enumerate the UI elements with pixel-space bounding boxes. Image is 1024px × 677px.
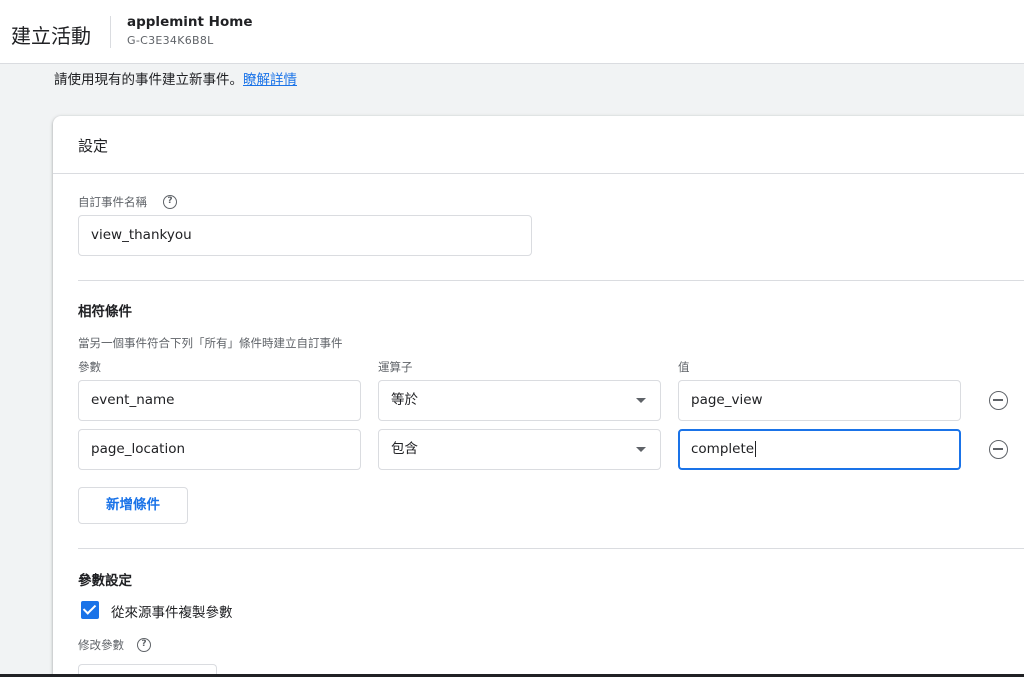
remove-condition-icon[interactable] xyxy=(989,391,1008,410)
property-id: G-C3E34K6B8L xyxy=(127,34,214,47)
help-icon[interactable]: ? xyxy=(163,195,177,209)
top-app-bar: 建立活動 applemint Home G-C3E34K6B8L xyxy=(0,0,1024,64)
condition-param-input[interactable]: event_name xyxy=(78,380,361,421)
condition-param-input[interactable]: page_location xyxy=(78,429,361,470)
add-condition-button[interactable]: 新增條件 xyxy=(78,487,188,524)
matching-conditions-description: 當另一個事件符合下列「所有」條件時建立自訂事件 xyxy=(78,336,343,350)
matching-conditions-title: 相符條件 xyxy=(78,304,132,320)
condition-value-input-focused[interactable]: complete xyxy=(678,429,961,470)
property-name: applemint Home xyxy=(127,14,253,30)
param-settings-title: 參數設定 xyxy=(78,573,132,589)
card-title: 設定 xyxy=(78,137,109,155)
page-title: 建立活動 xyxy=(11,24,91,48)
param-column-label: 參數 xyxy=(78,360,101,374)
intro-text-body: 請使用現有的事件建立新事件。 xyxy=(54,72,243,88)
text-caret xyxy=(755,441,757,457)
value-column-label: 值 xyxy=(678,360,690,374)
custom-event-name-input[interactable]: view_thankyou xyxy=(78,215,532,256)
condition-value-input[interactable]: page_view xyxy=(678,380,961,421)
settings-card: 設定 自訂事件名稱 ? view_thankyou 相符條件 當另一個事件符合下… xyxy=(53,116,1024,677)
learn-more-link[interactable]: 瞭解詳情 xyxy=(243,72,297,88)
header-divider xyxy=(110,16,111,48)
operator-column-label: 運算子 xyxy=(378,360,413,374)
section-divider xyxy=(78,548,1024,549)
copy-params-checkbox[interactable] xyxy=(81,601,99,619)
copy-params-label: 從來源事件複製參數 xyxy=(111,605,233,621)
intro-text: 請使用現有的事件建立新事件。瞭解詳情 xyxy=(54,68,297,88)
condition-operator-select[interactable]: 等於 xyxy=(378,380,661,421)
condition-operator-value: 包含 xyxy=(391,441,418,457)
modify-params-label: 修改參數 xyxy=(78,638,124,652)
custom-event-name-label: 自訂事件名稱 xyxy=(78,195,147,209)
condition-operator-value: 等於 xyxy=(391,392,418,408)
remove-condition-icon[interactable] xyxy=(989,440,1008,459)
dropdown-arrow-icon xyxy=(636,447,646,452)
dropdown-arrow-icon xyxy=(636,398,646,403)
card-header: 設定 xyxy=(53,116,1024,174)
section-divider xyxy=(78,280,1024,281)
condition-value-text: complete xyxy=(691,441,755,457)
help-icon[interactable]: ? xyxy=(137,638,151,652)
condition-operator-select[interactable]: 包含 xyxy=(378,429,661,470)
